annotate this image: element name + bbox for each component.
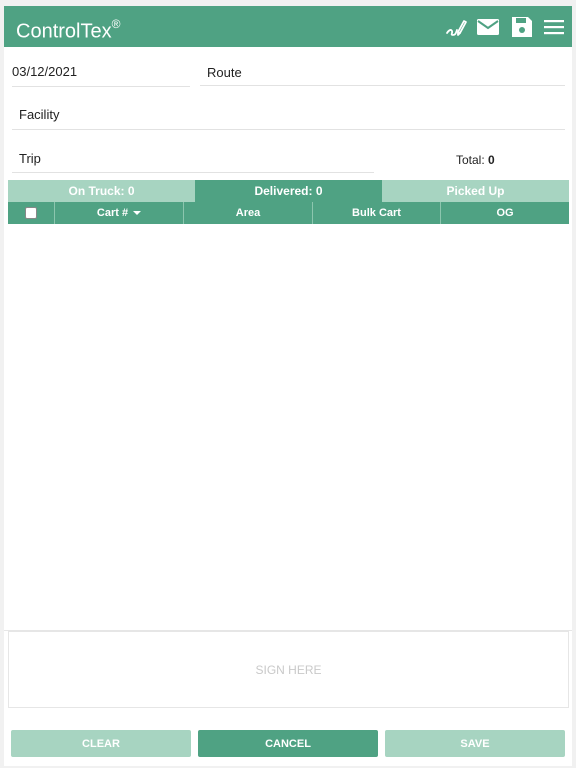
trip-field[interactable]: Trip <box>12 151 374 173</box>
app-frame: ControlTex® 03/12/2021 Route Facility Tr… <box>4 6 572 766</box>
column-bulk-cart[interactable]: Bulk Cart <box>312 202 440 224</box>
total-readout: Total: 0 <box>456 153 495 167</box>
tab-picked-up[interactable]: Picked Up <box>382 180 569 202</box>
tab-delivered[interactable]: Delivered: 0 <box>195 180 382 202</box>
sort-caret-icon <box>133 211 142 215</box>
route-field[interactable]: Route <box>200 65 565 86</box>
table-body <box>8 224 569 626</box>
column-area[interactable]: Area <box>183 202 312 224</box>
menu-icon[interactable] <box>542 15 566 39</box>
app-title: ControlTex® <box>16 17 121 43</box>
cancel-button[interactable]: CANCEL <box>198 730 378 757</box>
app-header: ControlTex® <box>4 6 572 47</box>
select-all-checkbox[interactable] <box>25 207 37 219</box>
tab-on-truck[interactable]: On Truck: 0 <box>8 180 195 202</box>
column-cart-number[interactable]: Cart # <box>54 202 183 224</box>
save-icon[interactable] <box>510 15 534 39</box>
select-all-cell <box>8 202 54 224</box>
facility-field[interactable]: Facility <box>12 107 565 130</box>
column-og[interactable]: OG <box>440 202 569 224</box>
table-header: Cart # Area Bulk Cart OG <box>8 202 569 224</box>
signature-pad[interactable]: SIGN HERE <box>8 631 569 708</box>
total-label: Total: <box>456 153 485 167</box>
signature-placeholder: SIGN HERE <box>255 662 322 677</box>
total-value: 0 <box>488 153 495 167</box>
signature-icon[interactable] <box>444 15 468 39</box>
clear-button[interactable]: CLEAR <box>11 730 191 757</box>
date-field[interactable]: 03/12/2021 <box>12 64 190 87</box>
save-button[interactable]: SAVE <box>385 730 565 757</box>
status-tabs: On Truck: 0 Delivered: 0 Picked Up <box>8 180 569 202</box>
mail-icon[interactable] <box>476 15 500 39</box>
